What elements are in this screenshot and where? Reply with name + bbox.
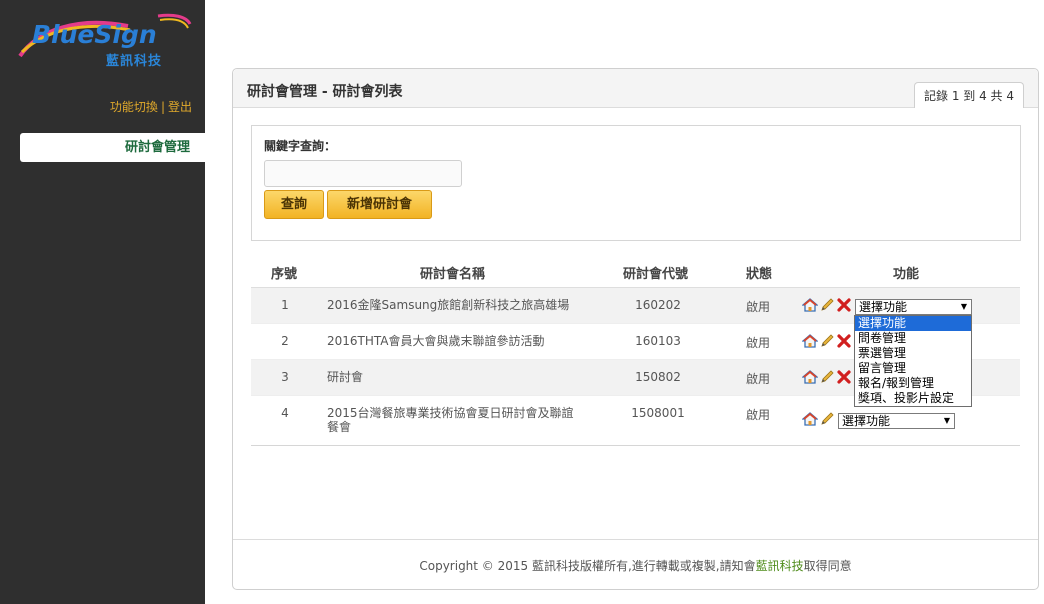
row-state: 啟用: [746, 336, 771, 350]
dropdown-option[interactable]: 留言管理: [855, 361, 971, 376]
footer: Copyright © 2015 藍訊科技版權所有,進行轉載或複製,請知會藍訊科…: [233, 557, 1038, 574]
dropdown-option[interactable]: 票選管理: [855, 346, 971, 361]
home-icon[interactable]: [801, 333, 819, 349]
sidebar-item-seminar-management[interactable]: 研討會管理: [20, 133, 205, 162]
function-select[interactable]: 選擇功能 ▼: [855, 299, 972, 315]
chevron-down-icon: ▼: [960, 302, 967, 311]
header-function: 功能: [893, 267, 920, 282]
dropdown-option[interactable]: 報名/報到管理: [855, 376, 971, 391]
sidebar-links: 功能切換 | 登出: [110, 98, 192, 115]
edit-pencil-icon[interactable]: [819, 333, 835, 349]
function-dropdown-list: 選擇功能 問卷管理 票選管理 留言管理 報名/報到管理 獎項、投影片設定: [854, 315, 972, 407]
row-code: 160103: [635, 334, 681, 348]
dropdown-option[interactable]: 選擇功能: [855, 316, 971, 331]
logo-text: BlueSign: [32, 20, 157, 49]
bluesign-logo: BlueSign 藍訊科技: [18, 10, 193, 70]
footer-copyright: Copyright © 2015 藍訊科技版權所有,進行轉載或複製,請知會: [419, 559, 756, 573]
row-state: 啟用: [746, 300, 771, 314]
row-code: 1508001: [631, 406, 685, 420]
chevron-down-icon: ▼: [943, 416, 950, 425]
header-name: 研討會名稱: [420, 267, 486, 282]
row-code: 150802: [635, 370, 681, 384]
home-icon[interactable]: [801, 369, 819, 385]
row-name: 2015台灣餐旅專業技術協會夏日研討會及聯誼餐會: [327, 406, 574, 434]
row-name: 研討會: [327, 370, 364, 384]
row-actions: [801, 411, 836, 427]
edit-pencil-icon[interactable]: [819, 369, 835, 385]
delete-x-icon[interactable]: [836, 333, 852, 349]
row-num: 3: [281, 370, 289, 384]
function-select-value: 選擇功能: [859, 300, 908, 314]
header-state: 狀態: [746, 267, 773, 282]
row-code: 160202: [635, 298, 681, 312]
header-code: 研討會代號: [623, 267, 689, 282]
footer-suffix: 取得同意: [803, 559, 852, 573]
function-select-value: 選擇功能: [842, 414, 891, 428]
footer-brand-link[interactable]: 藍訊科技: [756, 559, 804, 573]
header-num: 序號: [271, 267, 298, 282]
table-header: 序號 研討會名稱 研討會代號 狀態 功能: [251, 254, 1020, 288]
sidebar: BlueSign 藍訊科技 功能切換 | 登出 研討會管理: [0, 0, 205, 604]
footer-divider: [233, 539, 1038, 540]
dropdown-option[interactable]: 獎項、投影片設定: [855, 391, 971, 406]
row-actions: [801, 333, 853, 349]
row-name: 2016THTA會員大會與歲末聯誼參訪活動: [327, 334, 545, 348]
panel-header: 研討會管理 - 研討會列表 記錄 1 到 4 共 4: [233, 69, 1038, 108]
home-icon[interactable]: [801, 411, 819, 427]
edit-pencil-icon[interactable]: [819, 411, 835, 427]
search-label: 關鍵字查詢：: [264, 139, 337, 153]
query-button[interactable]: 查詢: [264, 190, 324, 219]
page-title: 研討會管理 - 研討會列表: [247, 84, 403, 100]
add-seminar-button[interactable]: 新增研討會: [327, 190, 432, 219]
row-num: 1: [281, 298, 289, 312]
row-num: 2: [281, 334, 289, 348]
delete-x-icon[interactable]: [836, 297, 852, 313]
link-separator: |: [160, 100, 165, 114]
logo-subtitle: 藍訊科技: [106, 54, 163, 69]
search-box: 關鍵字查詢： 查詢 新增研討會: [251, 125, 1021, 241]
logout-link[interactable]: 登出: [168, 100, 192, 114]
dropdown-option[interactable]: 問卷管理: [855, 331, 971, 346]
row-actions: [801, 369, 853, 385]
row-state: 啟用: [746, 408, 771, 422]
edit-pencil-icon[interactable]: [819, 297, 835, 313]
row-num: 4: [281, 406, 289, 420]
record-count-tab: 記錄 1 到 4 共 4: [914, 82, 1024, 108]
function-select[interactable]: 選擇功能 ▼: [838, 413, 955, 429]
delete-x-icon[interactable]: [836, 369, 852, 385]
row-name: 2016金隆Samsung旅館創新科技之旅高雄場: [327, 298, 570, 312]
switch-function-link[interactable]: 功能切換: [110, 100, 158, 114]
row-state: 啟用: [746, 372, 771, 386]
home-icon[interactable]: [801, 297, 819, 313]
keyword-search-input[interactable]: [264, 160, 462, 187]
row-actions: [801, 297, 853, 313]
